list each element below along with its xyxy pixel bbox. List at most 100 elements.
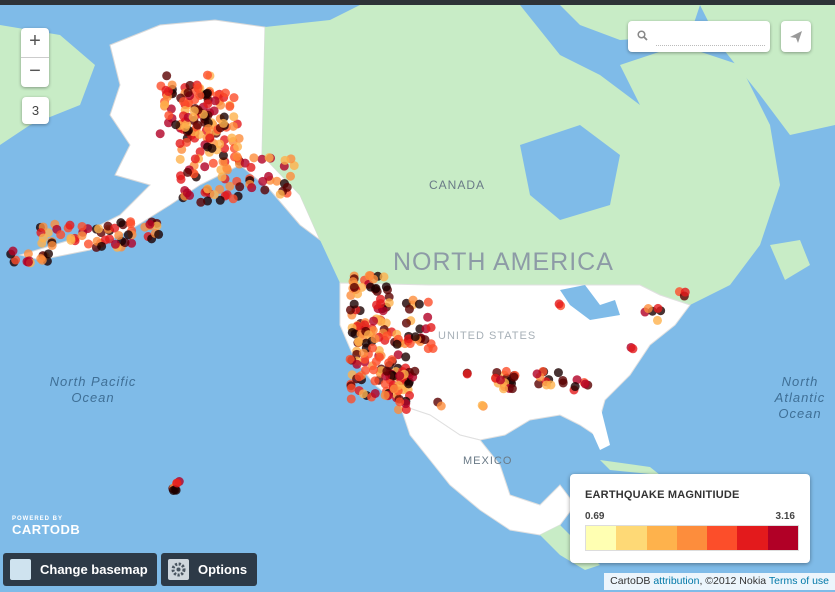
earthquake-marker[interactable]: [495, 375, 505, 385]
earthquake-marker[interactable]: [185, 190, 195, 200]
earthquake-marker[interactable]: [196, 197, 206, 207]
earthquake-marker[interactable]: [183, 88, 193, 98]
earthquake-marker[interactable]: [36, 254, 46, 264]
earthquake-marker[interactable]: [114, 230, 124, 240]
earthquake-marker[interactable]: [228, 194, 238, 204]
earthquake-marker[interactable]: [202, 70, 212, 80]
earthquake-marker[interactable]: [202, 88, 212, 98]
earthquake-marker[interactable]: [680, 287, 690, 297]
earthquake-marker[interactable]: [401, 318, 411, 328]
earthquake-marker[interactable]: [532, 369, 542, 379]
earthquake-marker[interactable]: [220, 88, 230, 98]
search-input[interactable]: [656, 29, 765, 46]
earthquake-marker[interactable]: [436, 401, 446, 411]
earthquake-marker[interactable]: [395, 397, 405, 407]
earthquake-marker[interactable]: [8, 246, 18, 256]
earthquake-marker[interactable]: [423, 312, 433, 322]
earthquake-marker[interactable]: [225, 101, 235, 111]
earthquake-marker[interactable]: [193, 83, 203, 93]
earthquake-marker[interactable]: [227, 133, 237, 143]
earthquake-marker[interactable]: [264, 153, 274, 163]
earthquake-marker[interactable]: [352, 359, 362, 369]
earthquake-marker[interactable]: [580, 379, 590, 389]
earthquake-marker[interactable]: [280, 155, 290, 165]
earthquake-marker[interactable]: [172, 478, 182, 488]
earthquake-marker[interactable]: [217, 172, 227, 182]
earthquake-marker[interactable]: [162, 71, 172, 81]
earthquake-marker[interactable]: [372, 300, 382, 310]
earthquake-marker[interactable]: [374, 352, 384, 362]
earthquake-marker[interactable]: [194, 129, 204, 139]
earthquake-marker[interactable]: [570, 382, 580, 392]
earthquake-marker[interactable]: [189, 106, 199, 116]
earthquake-marker[interactable]: [546, 380, 556, 390]
zoom-in-button[interactable]: +: [21, 28, 49, 57]
earthquake-marker[interactable]: [77, 231, 87, 241]
earthquake-marker[interactable]: [410, 332, 420, 342]
earthquake-marker[interactable]: [389, 384, 399, 394]
earthquake-marker[interactable]: [94, 224, 104, 234]
earthquake-marker[interactable]: [97, 241, 107, 251]
earthquake-marker[interactable]: [222, 163, 232, 173]
earthquake-marker[interactable]: [426, 322, 436, 332]
earthquake-marker[interactable]: [554, 299, 564, 309]
earthquake-marker[interactable]: [477, 400, 487, 410]
earthquake-marker[interactable]: [358, 389, 368, 399]
zoom-out-button[interactable]: −: [21, 57, 49, 87]
earthquake-marker[interactable]: [66, 235, 76, 245]
earthquake-marker[interactable]: [404, 304, 414, 314]
earthquake-marker[interactable]: [77, 221, 87, 231]
earthquake-marker[interactable]: [368, 343, 378, 353]
earthquake-marker[interactable]: [346, 394, 356, 404]
earthquake-marker[interactable]: [208, 158, 218, 168]
earthquake-marker[interactable]: [275, 189, 285, 199]
terms-of-use-link[interactable]: Terms of use: [769, 575, 829, 587]
earthquake-marker[interactable]: [246, 162, 256, 172]
earthquake-marker[interactable]: [190, 154, 200, 164]
earthquake-marker[interactable]: [218, 118, 228, 128]
earthquake-marker[interactable]: [183, 167, 193, 177]
earthquake-marker[interactable]: [56, 230, 66, 240]
earthquake-marker[interactable]: [652, 315, 662, 325]
earthquake-marker[interactable]: [410, 366, 420, 376]
earthquake-marker[interactable]: [380, 390, 390, 400]
earthquake-marker[interactable]: [200, 162, 210, 172]
earthquake-marker[interactable]: [175, 138, 185, 148]
earthquake-marker[interactable]: [384, 358, 394, 368]
earthquake-marker[interactable]: [553, 368, 563, 378]
earthquake-marker[interactable]: [462, 369, 472, 379]
change-basemap-button[interactable]: Change basemap: [3, 553, 157, 586]
earthquake-marker[interactable]: [249, 153, 259, 163]
earthquake-marker[interactable]: [38, 233, 48, 243]
earthquake-marker[interactable]: [370, 334, 380, 344]
earthquake-marker[interactable]: [393, 405, 403, 415]
earthquake-marker[interactable]: [123, 230, 133, 240]
earthquake-marker[interactable]: [392, 339, 402, 349]
earthquake-marker[interactable]: [164, 110, 174, 120]
earthquake-marker[interactable]: [371, 283, 381, 293]
earthquake-marker[interactable]: [354, 372, 364, 382]
earthquake-marker[interactable]: [195, 90, 205, 100]
earthquake-marker[interactable]: [23, 257, 33, 267]
earthquake-marker[interactable]: [203, 99, 213, 109]
earthquake-marker[interactable]: [175, 154, 185, 164]
earthquake-marker[interactable]: [381, 282, 391, 292]
earthquake-marker[interactable]: [353, 336, 363, 346]
earthquake-marker[interactable]: [215, 139, 225, 149]
earthquake-marker[interactable]: [233, 142, 243, 152]
earthquake-marker[interactable]: [420, 335, 430, 345]
earthquake-marker[interactable]: [155, 129, 165, 139]
earthquake-marker[interactable]: [384, 298, 394, 308]
earthquake-marker[interactable]: [423, 297, 433, 307]
earthquake-marker[interactable]: [228, 121, 238, 131]
earthquake-marker[interactable]: [247, 183, 257, 193]
earthquake-marker[interactable]: [160, 100, 170, 110]
earthquake-marker[interactable]: [193, 120, 203, 130]
options-button[interactable]: Options: [161, 553, 257, 586]
earthquake-marker[interactable]: [205, 133, 215, 143]
earthquake-marker[interactable]: [379, 272, 389, 282]
earthquake-marker[interactable]: [110, 239, 120, 249]
earthquake-marker[interactable]: [285, 171, 295, 181]
earthquake-marker[interactable]: [628, 344, 638, 354]
earthquake-marker[interactable]: [282, 182, 292, 192]
